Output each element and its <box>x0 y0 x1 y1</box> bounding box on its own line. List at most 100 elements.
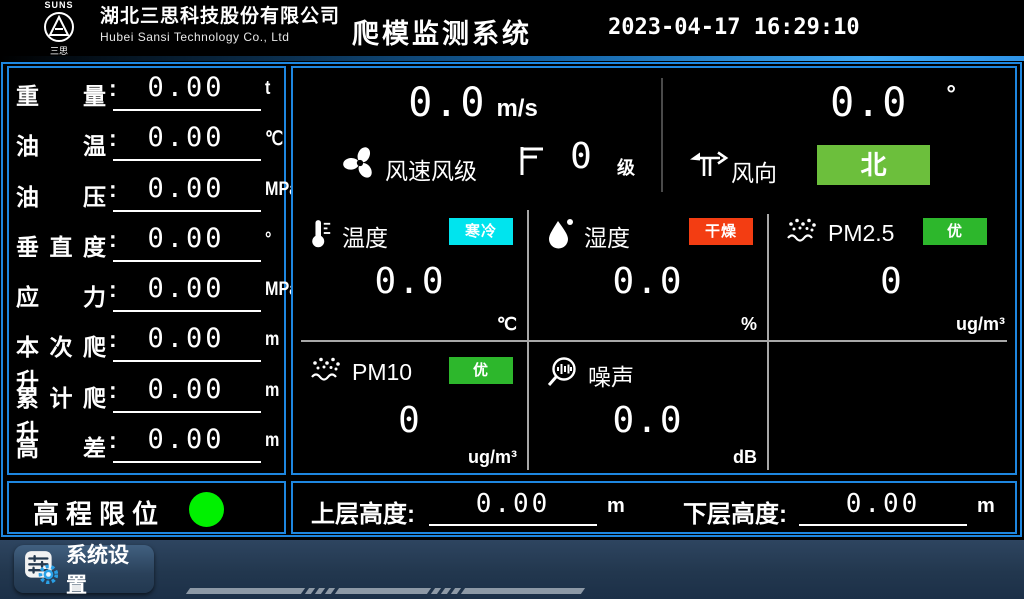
sensor-name: PM2.5 <box>828 220 894 247</box>
header-divider <box>0 56 1024 61</box>
logo-sansi-text: 三思 <box>28 47 90 56</box>
metric-unit: ℃ <box>265 128 283 151</box>
lower-height-unit: m <box>977 495 995 518</box>
metric-underline <box>113 109 261 111</box>
metric-label: 油温 <box>16 127 106 161</box>
environment-panel: 0.0m/s 风速风级 0 级 0.0° 风向 <box>291 66 1017 475</box>
upper-height-value: 0.00 <box>429 489 597 519</box>
page-title: 爬模监测系统 <box>352 12 532 51</box>
wind-direction-unit: ° <box>946 81 956 108</box>
metric-label: 应力 <box>16 278 106 312</box>
metric-row-height-diff: 高差:0.00m <box>9 420 284 470</box>
sensor-name: 温度 <box>342 219 388 253</box>
company-name-cn: 湖北三思科技股份有限公司 <box>100 5 340 30</box>
pm10-unit: ug/m³ <box>468 447 517 468</box>
lower-height-underline <box>799 524 967 526</box>
wind-direction-badge: 北 <box>817 145 930 185</box>
company-name-en: Hubei Sansi Technology Co., Ltd <box>100 30 340 44</box>
metric-row-total-climb: 累计爬升:0.00m <box>9 370 284 420</box>
lower-height-label: 下层高度: <box>683 494 787 529</box>
pm25-header: PM2.5 <box>785 216 894 251</box>
dust-icon <box>785 216 819 251</box>
sensor-name: 噪声 <box>588 358 634 392</box>
metric-value: 0.00 <box>113 374 259 405</box>
elevation-limit-indicator <box>189 492 224 527</box>
wind-level-value: 0 <box>551 136 611 177</box>
pm10-cell: PM10 优 0 ug/m³ <box>293 342 527 473</box>
pm10-header: PM10 <box>309 355 412 390</box>
metric-value: 0.00 <box>113 122 259 153</box>
system-settings-button[interactable]: 系统设置 <box>14 545 154 593</box>
wind-speed-display: 0.0 m/s <box>293 80 653 126</box>
company-logo: SUNS 三思 <box>28 1 90 56</box>
layer-heights-panel: 上层高度: 0.00 m 下层高度: 0.00 m <box>291 481 1017 534</box>
footer-bar: 系统设置 <box>0 540 1024 599</box>
wind-direction-label: 风向 <box>731 154 777 188</box>
metric-label: 重量 <box>16 77 106 111</box>
metric-unit: m <box>265 380 279 402</box>
temperature-unit: ℃ <box>497 314 517 335</box>
metric-label: 高差 <box>16 429 106 463</box>
pm25-value: 0 <box>769 261 1015 302</box>
noise-value: 0.0 <box>529 400 767 441</box>
noise-unit: dB <box>733 447 757 468</box>
noise-cell: 噪声 0.0 dB <box>529 342 767 473</box>
metric-row-weight: 重量:0.00t <box>9 68 284 118</box>
humidity-value: 0.0 <box>529 261 767 302</box>
upper-height-unit: m <box>607 495 625 518</box>
company-name-block: 湖北三思科技股份有限公司 Hubei Sansi Technology Co.,… <box>100 5 340 44</box>
humidity-status-badge: 干燥 <box>689 218 753 245</box>
humidity-header: 湿度 <box>545 216 630 255</box>
suns-circle-logo-icon <box>42 10 76 44</box>
metric-underline <box>113 360 261 362</box>
metric-row-oil-pressure: 油压:0.00MPa <box>9 169 284 219</box>
humidity-cell: 湿度 干燥 0.0 % <box>529 203 767 340</box>
lower-height-value: 0.00 <box>799 489 967 519</box>
upper-height-underline <box>429 524 597 526</box>
metric-row-current-climb: 本次爬升:0.00m <box>9 319 284 369</box>
metric-value: 0.00 <box>113 273 259 304</box>
metric-underline <box>113 260 261 262</box>
noise-header: 噪声 <box>545 355 634 394</box>
thermometer-icon <box>309 216 333 255</box>
wind-speed-label: 风速风级 <box>385 152 477 186</box>
metric-row-stress: 应力:0.00MPa <box>9 269 284 319</box>
pm25-status-badge: 优 <box>923 218 987 245</box>
metric-unit: t <box>265 78 270 100</box>
pm10-status-badge: 优 <box>449 357 513 384</box>
metric-underline <box>113 310 261 312</box>
humidity-unit: % <box>741 314 757 335</box>
footer-decoration <box>188 588 583 594</box>
wind-level-icon <box>517 144 545 183</box>
metric-value: 0.00 <box>113 424 259 455</box>
pm25-unit: ug/m³ <box>956 314 1005 335</box>
metric-unit: m <box>265 329 279 351</box>
temperature-status-badge: 寒冷 <box>449 218 513 245</box>
wind-speed-unit: m/s <box>496 95 537 122</box>
metric-label: 垂直度 <box>16 228 106 262</box>
temperature-header: 温度 <box>309 216 388 255</box>
temperature-value: 0.0 <box>293 261 527 302</box>
metric-label: 油压 <box>16 178 106 212</box>
wind-speed-value: 0.0 <box>408 80 486 126</box>
metric-underline <box>113 210 261 212</box>
metric-underline <box>113 411 261 413</box>
pm10-value: 0 <box>293 400 527 441</box>
sensor-name: PM10 <box>352 359 412 386</box>
sensor-name: 湿度 <box>584 219 630 253</box>
settings-sliders-icon <box>24 550 58 589</box>
noise-magnifier-icon <box>545 355 579 394</box>
metric-row-verticality: 垂直度:0.00° <box>9 219 284 269</box>
elevation-limit-label: 高程限位 <box>33 494 165 531</box>
dust-icon <box>309 355 343 390</box>
upper-height-label: 上层高度: <box>311 494 415 529</box>
wind-direction-display: 0.0° <box>773 80 1013 126</box>
metric-value: 0.00 <box>113 72 259 103</box>
pm25-cell: PM2.5 优 0 ug/m³ <box>769 203 1015 340</box>
metric-value: 0.00 <box>113 223 259 254</box>
elevation-limit-panel: 高程限位 <box>7 481 286 534</box>
metric-underline <box>113 159 261 161</box>
datetime-display: 2023-04-17 16:29:10 <box>608 15 860 40</box>
droplet-icon <box>545 216 575 255</box>
wind-vane-icon <box>687 146 729 189</box>
